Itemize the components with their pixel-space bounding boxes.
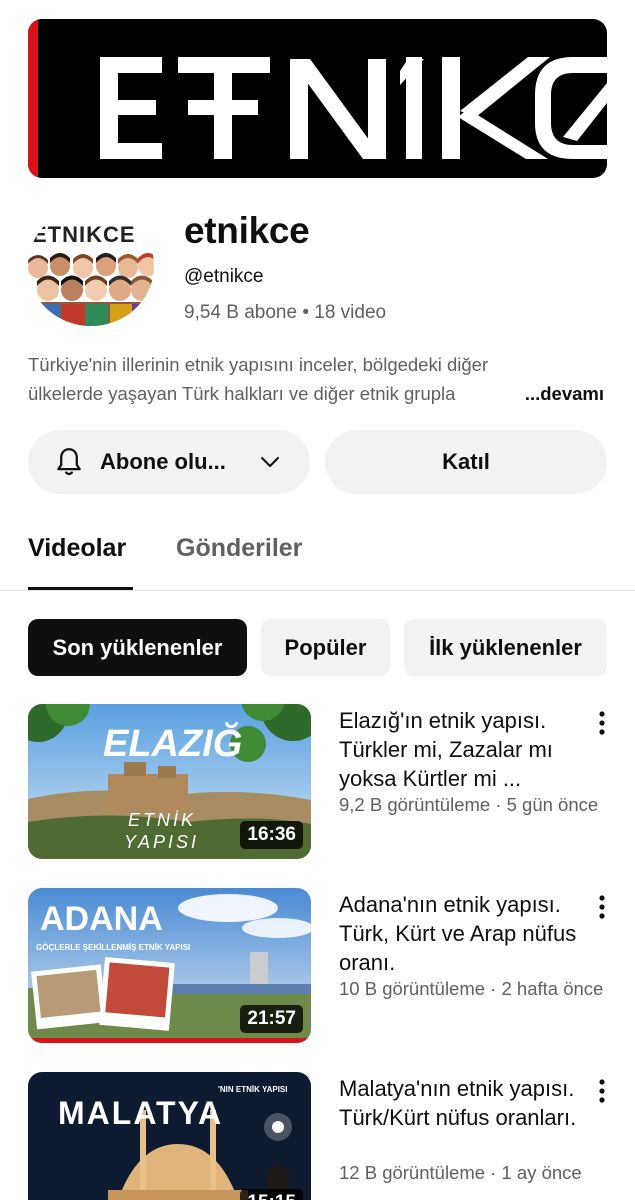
video-item[interactable]: ELAZIĞ ETNİK YAPISI 16:36 Elazığ'ın etni…	[28, 704, 608, 864]
bell-icon	[57, 448, 81, 476]
chip-oldest[interactable]: İlk yüklenenler	[404, 619, 607, 676]
video-thumbnail[interactable]: ELAZIĞ ETNİK YAPISI 16:36	[28, 704, 311, 859]
avatar-logo-text: ETNIKCE	[32, 222, 136, 247]
video-item[interactable]: ADANA GÖÇLERLE ŞEKİLLENMİŞ ETNİK YAPISI …	[28, 888, 608, 1048]
banner-logo	[100, 57, 607, 159]
join-label: Katıl	[442, 449, 490, 474]
chip-popular[interactable]: Popüler	[261, 619, 390, 676]
thumbnail-title: MALATYA	[58, 1095, 223, 1131]
video-thumbnail[interactable]: ADANA GÖÇLERLE ŞEKİLLENMİŞ ETNİK YAPISI …	[28, 888, 311, 1043]
subscribe-button[interactable]: Abone olu...	[28, 430, 310, 494]
thumbnail-image: MALATYA 'NIN ETNİK YAPISI	[28, 1072, 311, 1200]
description-line-1: Türkiye'nin illerinin etnik yapısını inc…	[28, 354, 489, 375]
more-options-icon[interactable]	[592, 1078, 612, 1104]
thumbnail-title: ADANA	[40, 900, 163, 938]
thumbnail-subtitle-2: YAPISI	[124, 832, 199, 852]
video-duration: 15:15	[240, 1189, 303, 1200]
video-title[interactable]: Adana'nın etnik yapısı. Türk, Kürt ve Ar…	[339, 890, 579, 977]
channel-avatar[interactable]: ETNIKCE	[28, 206, 154, 326]
chip-latest[interactable]: Son yüklenenler	[28, 619, 247, 676]
subscribe-label: Abone olu...	[100, 449, 226, 474]
video-duration: 16:36	[240, 821, 303, 849]
video-meta: 12 B görüntüleme · 1 ay önce	[339, 1162, 582, 1183]
avatar-image: ETNIKCE	[28, 206, 154, 326]
more-options-icon[interactable]	[592, 894, 612, 920]
channel-stats: 9,54 B abone • 18 video	[184, 302, 387, 323]
channel-name: etnikce	[184, 210, 310, 251]
active-tab-indicator	[28, 587, 133, 590]
thumbnail-subtitle-1: ETNİK	[128, 810, 196, 830]
video-title[interactable]: Malatya'nın etnik yapısı. Türk/Kürt nüfu…	[339, 1074, 579, 1132]
thumbnail-title: ELAZIĞ	[103, 721, 242, 765]
chevron-down-icon	[261, 457, 279, 467]
channel-description[interactable]: Türkiye'nin illerinin etnik yapısını inc…	[28, 350, 608, 408]
channel-header: ETNIKCE etnikce @etnikce 9,54 B abone • …	[28, 206, 608, 331]
video-title[interactable]: Elazığ'ın etnik yapısı. Türkler mi, Zaza…	[339, 706, 579, 793]
video-meta: 9,2 B görüntüleme · 5 gün önce	[339, 794, 599, 815]
video-meta: 10 B görüntüleme · 2 hafta önce	[339, 978, 604, 999]
video-duration: 21:57	[240, 1005, 303, 1033]
channel-banner[interactable]	[28, 19, 607, 178]
tab-posts[interactable]: Gönderiler	[176, 534, 302, 563]
description-more-link[interactable]: ...devamı	[494, 379, 604, 408]
description-line-2: ülkelerde yaşayan Türk halkları ve diğer…	[28, 383, 456, 404]
channel-tabs: Videolar Gönderiler	[0, 520, 635, 591]
thumbnail-subtitle-1: GÖÇLERLE ŞEKİLLENMİŞ ETNİK YAPISI	[36, 943, 190, 952]
video-item[interactable]: MALATYA 'NIN ETNİK YAPISI 15:15 Malatya'…	[28, 1072, 608, 1200]
tab-videos[interactable]: Videolar	[28, 534, 126, 563]
thumbnail-subtitle-1: 'NIN ETNİK YAPISI	[218, 1085, 287, 1094]
join-button[interactable]: Katıl	[325, 430, 607, 494]
more-options-icon[interactable]	[592, 710, 612, 736]
channel-handle: @etnikce	[184, 266, 264, 287]
video-thumbnail[interactable]: MALATYA 'NIN ETNİK YAPISI 15:15	[28, 1072, 311, 1200]
